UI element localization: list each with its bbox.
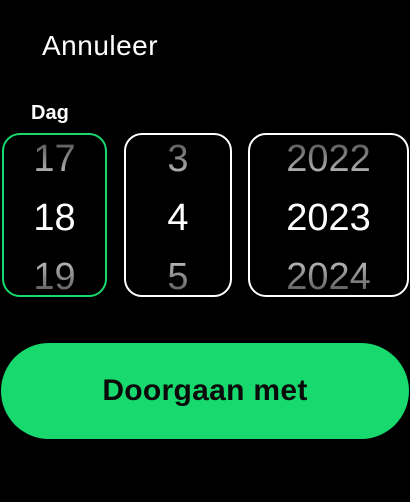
month-current-value: 4	[167, 197, 189, 239]
month-prev-value: 3	[126, 137, 230, 181]
year-picker[interactable]: 2022 2023 2024	[248, 133, 409, 297]
day-prev-value: 17	[4, 137, 105, 181]
day-picker[interactable]: 17 18 19	[2, 133, 107, 297]
cancel-button[interactable]: Annuleer	[42, 28, 158, 64]
month-picker[interactable]: 3 4 5	[124, 133, 232, 297]
continue-button[interactable]: Doorgaan met	[1, 343, 409, 439]
month-next-value: 5	[126, 255, 230, 295]
day-current-value: 18	[33, 197, 76, 239]
year-current-value: 2023	[286, 197, 371, 239]
day-next-value: 19	[4, 255, 105, 295]
picker-label-day: Dag	[31, 102, 69, 124]
year-next-value: 2024	[250, 255, 407, 295]
year-prev-value: 2022	[250, 137, 407, 181]
